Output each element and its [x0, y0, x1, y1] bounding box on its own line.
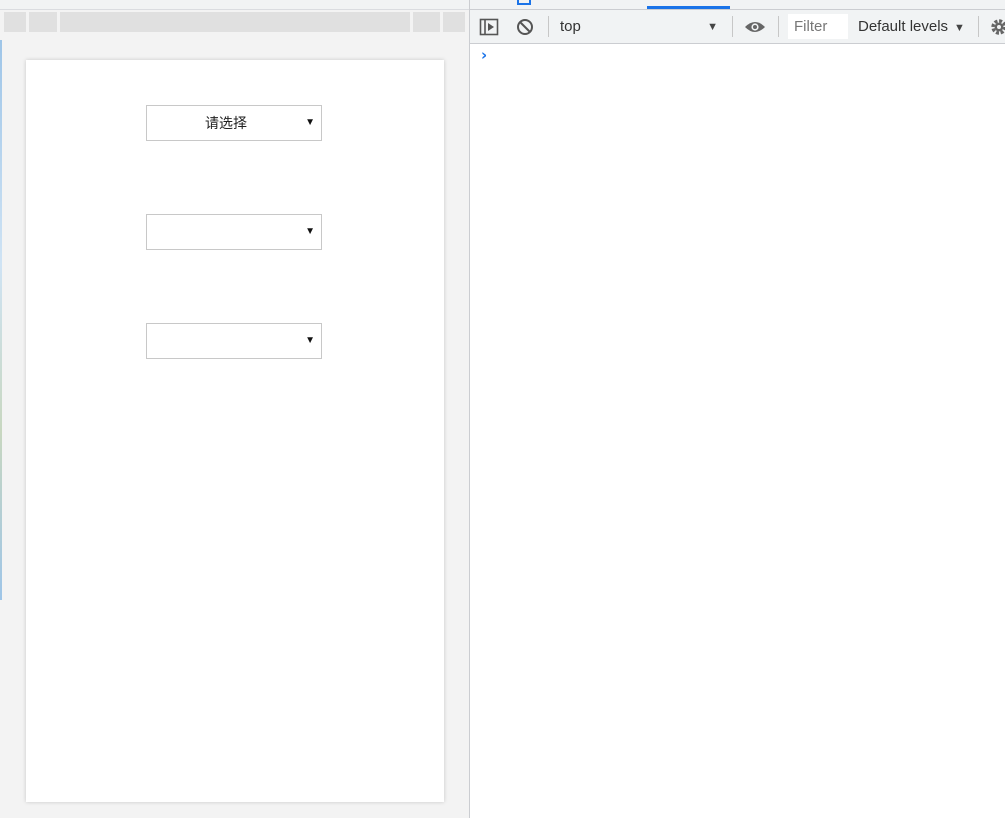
- dropdown-arrow-icon: ▼: [305, 117, 315, 128]
- log-levels-label: Default levels: [858, 18, 949, 35]
- select-dropdown-2[interactable]: ▼: [146, 214, 322, 250]
- filter-input[interactable]: [788, 14, 848, 39]
- device-viewport: 请选择 ▼ ▼ ▼: [26, 60, 444, 802]
- device-toolbar-strip: [0, 0, 469, 10]
- toolbar-separator: [732, 16, 733, 37]
- toolbar-separator: [548, 16, 549, 37]
- log-levels-dropdown[interactable]: Default levels ▼: [858, 14, 965, 40]
- context-selector[interactable]: top ▼: [554, 14, 724, 40]
- toolbar-separator: [978, 16, 979, 37]
- console-toolbar: top ▼ Default levels ▼: [470, 10, 1005, 44]
- select-dropdown-3[interactable]: ▼: [146, 323, 322, 359]
- console-prompt-icon: ›: [481, 46, 488, 64]
- clear-console-icon[interactable]: [514, 16, 536, 38]
- devtools-tabbar: [470, 0, 1005, 10]
- devtools-panel: top ▼ Default levels ▼ ›: [469, 0, 1005, 818]
- dropdown-arrow-icon: ▼: [305, 335, 315, 346]
- gear-icon[interactable]: [988, 16, 1005, 38]
- active-tab-indicator: [647, 6, 730, 9]
- media-query-ruler: [0, 12, 469, 32]
- console-output[interactable]: ›: [470, 44, 1005, 818]
- chevron-down-icon: ▼: [954, 22, 965, 34]
- ruler-segment[interactable]: [4, 12, 26, 32]
- dropdown-arrow-icon: ▼: [305, 226, 315, 237]
- device-emulation-pane: 请选择 ▼ ▼ ▼: [0, 0, 469, 818]
- ruler-segment[interactable]: [29, 12, 57, 32]
- ruler-segment[interactable]: [60, 12, 410, 32]
- context-label: top: [560, 18, 581, 35]
- ruler-segment[interactable]: [413, 12, 440, 32]
- sidebar-toggle-icon[interactable]: [478, 16, 500, 38]
- chevron-down-icon: ▼: [707, 21, 718, 33]
- toolbar-separator: [778, 16, 779, 37]
- select-dropdown-1[interactable]: 请选择 ▼: [146, 105, 322, 141]
- ruler-segment[interactable]: [443, 12, 465, 32]
- window-edge-accent: [0, 40, 2, 600]
- select-value: 请选择: [205, 115, 247, 131]
- eye-icon[interactable]: [744, 16, 766, 38]
- device-toggle-icon[interactable]: [517, 0, 531, 5]
